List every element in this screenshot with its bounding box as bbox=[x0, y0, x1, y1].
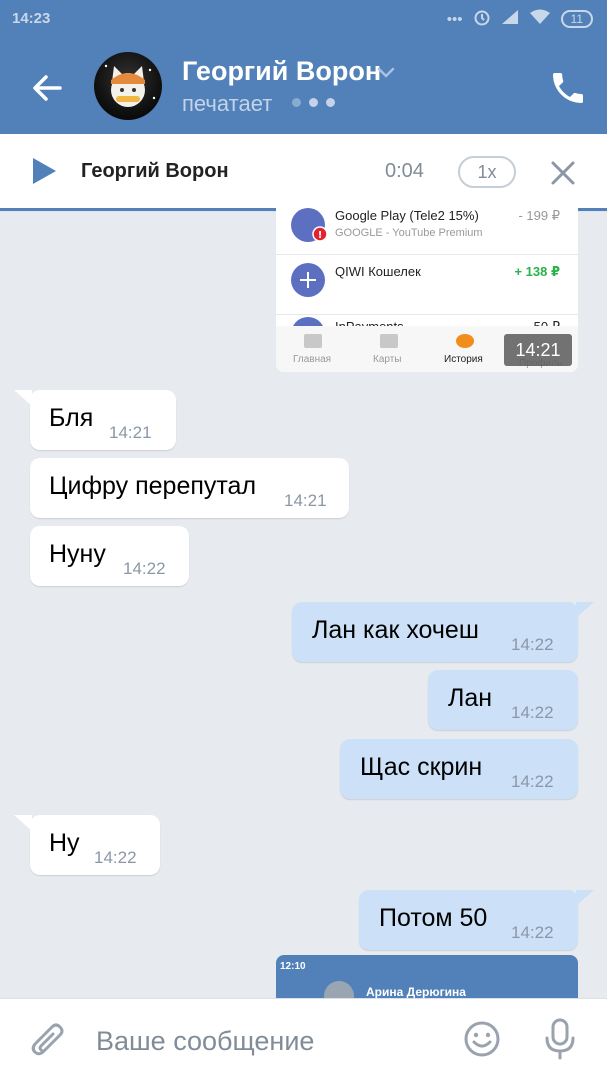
tx-sub: GOOGLE - YouTube Premium bbox=[335, 227, 483, 239]
message-bubble[interactable]: Ну 14:22 bbox=[14, 815, 160, 875]
alert-icon: ! bbox=[312, 226, 328, 242]
message-bubble[interactable]: Щас скрин 14:22 bbox=[340, 739, 578, 799]
call-button[interactable] bbox=[548, 68, 588, 108]
card-icon bbox=[380, 334, 398, 348]
message-input[interactable] bbox=[96, 1023, 436, 1059]
message-text: Лан как хочеш bbox=[312, 616, 479, 644]
message-bubble[interactable]: Лан 14:22 bbox=[428, 670, 578, 730]
player-time: 0:04 bbox=[385, 160, 424, 182]
dots-icon: ••• bbox=[446, 10, 463, 28]
microphone-icon[interactable] bbox=[542, 1017, 578, 1061]
image-attachment-bottom[interactable]: 12:10 Арина Дерюгина bbox=[276, 955, 578, 1000]
message-bubble[interactable]: Потом 50 14:22 bbox=[359, 890, 594, 950]
tab-cards: Карты bbox=[373, 354, 402, 365]
message-text: Бля bbox=[49, 404, 94, 432]
contact-name[interactable]: Георгий Ворон bbox=[182, 56, 381, 87]
tx-amount: - 199 ₽ bbox=[518, 208, 560, 223]
list-item: QIWI Кошелек + 138 ₽ bbox=[276, 254, 578, 315]
back-button[interactable] bbox=[28, 68, 68, 108]
message-bubble[interactable]: Нуну 14:22 bbox=[30, 526, 189, 586]
message-time: 14:22 bbox=[511, 635, 554, 654]
phone-icon bbox=[553, 73, 583, 103]
message-time: 14:21 bbox=[284, 491, 327, 510]
status-time: 14:23 bbox=[12, 10, 51, 27]
status-bar: 14:23 ••• 11 bbox=[0, 0, 607, 40]
back-arrow-icon bbox=[33, 75, 62, 101]
close-icon[interactable] bbox=[548, 158, 578, 188]
image-contact-name: Арина Дерюгина bbox=[366, 985, 466, 999]
message-time: 14:22 bbox=[511, 703, 554, 722]
player-track-name[interactable]: Георгий Ворон bbox=[81, 160, 229, 183]
play-icon[interactable] bbox=[30, 156, 58, 186]
message-text: Ну bbox=[49, 829, 80, 857]
message-time: 14:22 bbox=[123, 559, 166, 578]
tab-history: История bbox=[444, 354, 483, 365]
svg-text:!: ! bbox=[318, 230, 323, 241]
tx-title: QIWI Кошелек bbox=[335, 264, 421, 279]
message-text: Лан bbox=[448, 684, 493, 712]
message-bubble[interactable]: Бля 14:21 bbox=[14, 390, 176, 450]
message-composer bbox=[0, 998, 607, 1081]
list-item: ! Google Play (Tele2 15%) GOOGLE - YouTu… bbox=[276, 204, 578, 255]
wallet-icon bbox=[304, 334, 322, 348]
message-text: Цифру перепутал bbox=[49, 472, 257, 500]
image-status-time: 12:10 bbox=[280, 961, 306, 972]
typing-status: печатает bbox=[182, 91, 273, 116]
message-text: Щас скрин bbox=[360, 753, 483, 781]
message-time: 14:21 bbox=[109, 423, 152, 442]
status-icons: ••• 11 bbox=[447, 8, 593, 30]
wifi-icon bbox=[529, 9, 551, 29]
audio-player-bar: Георгий Ворон 0:04 1x bbox=[0, 134, 607, 211]
plus-icon bbox=[291, 263, 325, 297]
signal-icon bbox=[501, 9, 519, 29]
message-text: Потом 50 bbox=[379, 904, 488, 932]
emoji-icon[interactable] bbox=[462, 1019, 502, 1059]
chevron-down-icon[interactable] bbox=[376, 66, 396, 80]
clock-icon bbox=[456, 334, 474, 348]
message-time: 14:22 bbox=[94, 848, 137, 867]
tx-amount: + 138 ₽ bbox=[514, 264, 560, 279]
paperclip-icon[interactable] bbox=[28, 1019, 68, 1063]
message-bubble[interactable]: Лан как хочеш 14:22 bbox=[292, 602, 594, 662]
image-time: 14:21 bbox=[504, 334, 572, 366]
message-time: 14:22 bbox=[511, 923, 554, 942]
alarm-icon bbox=[473, 8, 491, 30]
battery-icon: 11 bbox=[560, 10, 593, 28]
speed-button[interactable]: 1x bbox=[458, 156, 516, 188]
avatar[interactable] bbox=[94, 52, 162, 120]
tab-home: Главная bbox=[293, 354, 332, 365]
chat-header: 14:23 ••• 11 Георгий Ворон печатает bbox=[0, 0, 607, 134]
typing-indicator bbox=[292, 98, 335, 107]
message-time: 14:22 bbox=[511, 772, 554, 791]
message-text: Нуну bbox=[49, 540, 106, 568]
message-bubble[interactable]: Цифру перепутал 14:21 bbox=[30, 458, 349, 518]
tx-title: Google Play (Tele2 15%) bbox=[335, 208, 479, 223]
